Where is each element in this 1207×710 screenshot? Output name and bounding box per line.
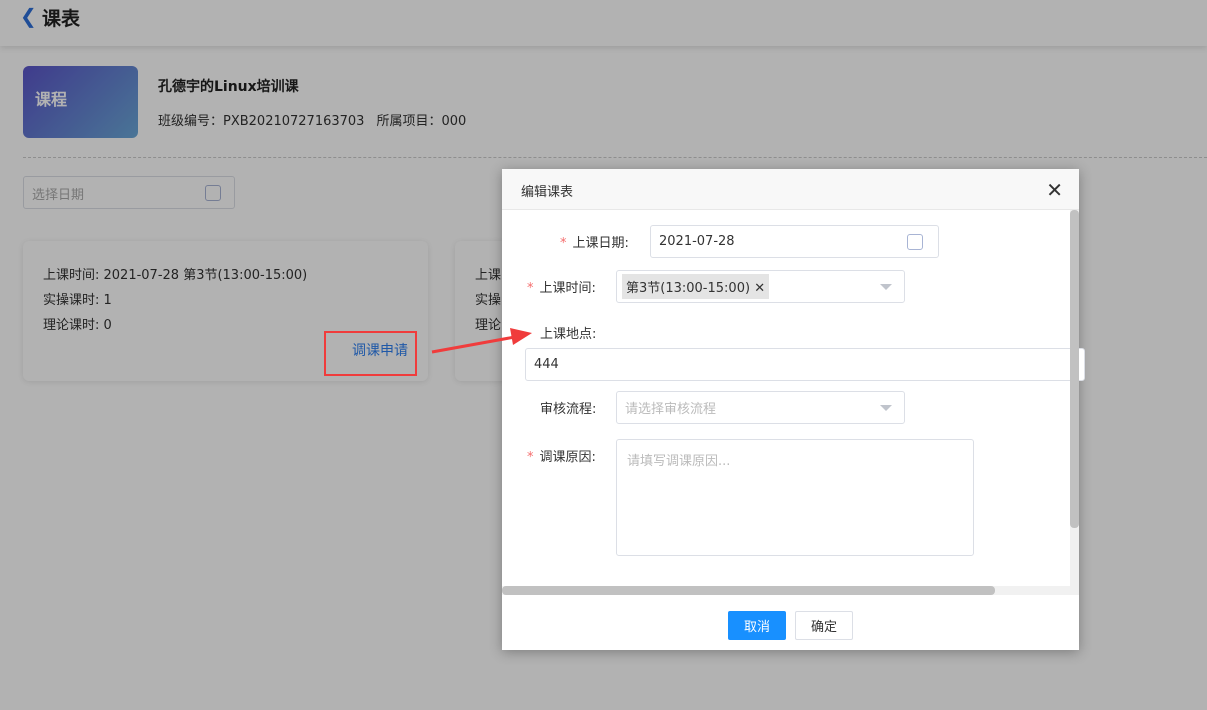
annotation-arrow xyxy=(431,328,532,354)
